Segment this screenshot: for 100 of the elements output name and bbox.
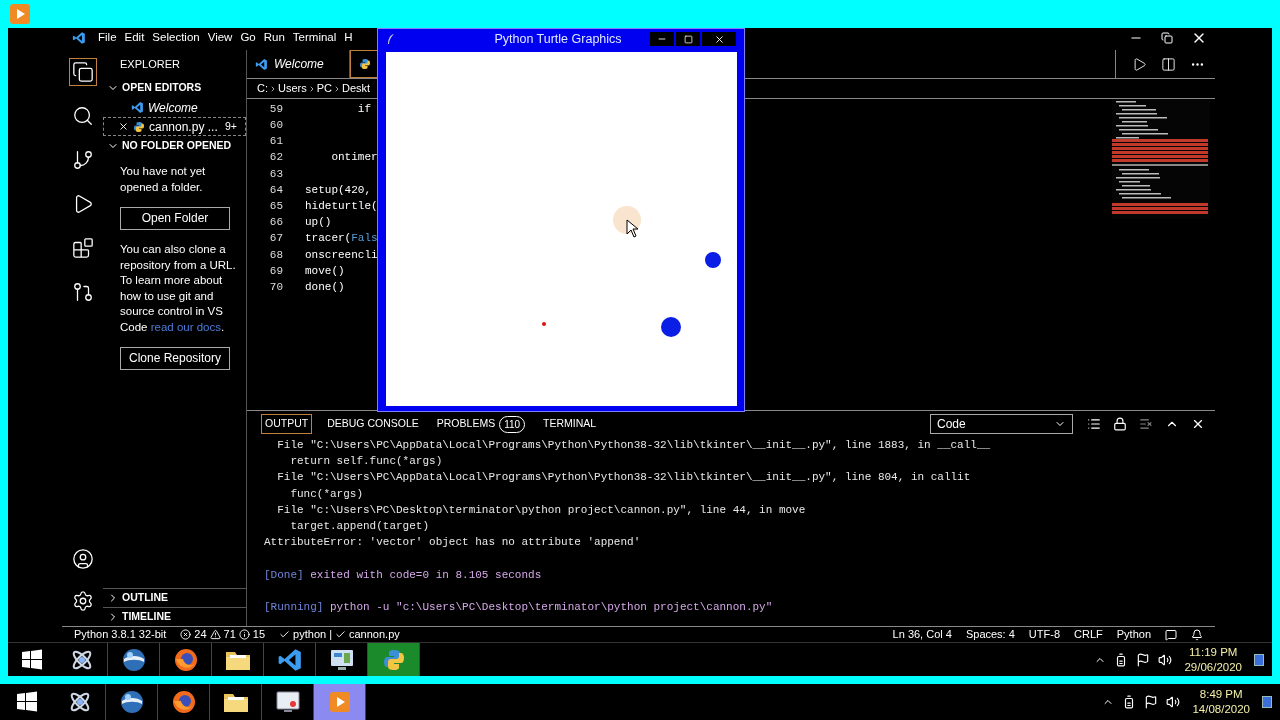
- check-icon: [335, 629, 346, 640]
- status-item[interactable]: Spaces: 4: [965, 626, 1015, 643]
- clock-date: 14/08/2020: [1192, 702, 1250, 717]
- flag-icon[interactable]: [1136, 652, 1151, 667]
- warning-icon: [209, 629, 221, 640]
- output-line: [Done] exited with code=0 in 8.105 seconds: [264, 567, 543, 583]
- panel-tab[interactable]: PROBLEMS 110: [433, 414, 529, 434]
- code-line: ontimer: [330, 150, 378, 166]
- restore-icon[interactable]: [1161, 32, 1173, 44]
- info-icon: [238, 629, 250, 640]
- tab-label: Welcome: [274, 56, 324, 73]
- problem-count: 9+: [225, 118, 238, 134]
- flag-icon[interactable]: [1144, 695, 1159, 709]
- section-header[interactable]: OPEN EDITORS: [103, 78, 246, 98]
- menu-item[interactable]: Edit: [124, 29, 145, 47]
- interpreter-status[interactable]: Python 3.8.1 32-bit: [74, 626, 167, 643]
- python-file-icon: [359, 58, 371, 70]
- breadcrumb-item[interactable]: PC: [316, 80, 332, 97]
- globe-icon[interactable]: [120, 646, 147, 673]
- panel-tab[interactable]: DEBUG CONSOLE: [324, 414, 422, 434]
- monitor-icon[interactable]: [274, 689, 301, 715]
- split-editor-icon[interactable]: [1161, 56, 1176, 72]
- account-icon[interactable]: [71, 548, 94, 570]
- section-label: NO FOLDER OPENED: [122, 138, 232, 154]
- file-name: Welcome: [148, 99, 198, 117]
- editor-tab[interactable]: Welcome: [247, 50, 350, 78]
- menu-item[interactable]: Selection: [152, 29, 200, 47]
- line-number: 68: [268, 247, 283, 263]
- run-icon[interactable]: [1132, 56, 1147, 72]
- code-line: onscreencli: [304, 247, 378, 263]
- section-header[interactable]: OUTLINE: [103, 588, 246, 607]
- output-line: File "c:\Users\PC\Desktop\terminator\python project\cannon.py", line 44, in move: [276, 502, 807, 518]
- line-number: 60: [268, 118, 283, 134]
- list-icon[interactable]: [1087, 417, 1101, 431]
- panel-tab[interactable]: TERMINAL: [540, 414, 600, 434]
- panel-tab[interactable]: OUTPUT: [261, 414, 313, 434]
- breadcrumb-separator-icon: [333, 84, 341, 93]
- line-number: 66: [268, 215, 283, 231]
- code-line: setup(420,: [304, 182, 371, 198]
- linter-status[interactable]: python: [279, 626, 327, 643]
- notifications-icon[interactable]: [1254, 653, 1264, 666]
- output-line: File "C:\Users\PC\AppData\Local\Programs\Python\Python38-32\lib\tkinter\__init__.py", line 804, in callit: [276, 470, 972, 486]
- globe-icon[interactable]: [118, 689, 145, 715]
- menu-item[interactable]: View: [207, 29, 233, 47]
- menu-item[interactable]: Go: [240, 29, 256, 47]
- firefox-icon[interactable]: [170, 689, 197, 715]
- status-item[interactable]: Ln 36, Col 4: [892, 626, 952, 643]
- menu-item[interactable]: H: [344, 29, 353, 47]
- open-folder-button[interactable]: Open Folder: [120, 207, 230, 230]
- minimize-button[interactable]: [650, 32, 674, 46]
- line-number: 63: [268, 166, 283, 182]
- problems-status[interactable]: 24 71 15: [180, 626, 266, 643]
- section-header[interactable]: TIMELINE: [103, 607, 246, 626]
- line-number: 65: [268, 198, 283, 214]
- settings-icon[interactable]: [71, 590, 94, 612]
- menu-item[interactable]: Terminal: [292, 29, 337, 47]
- file-name: cannon.py ...: [149, 118, 218, 136]
- maximize-button[interactable]: [676, 32, 700, 46]
- vscode-logo-icon: [131, 101, 144, 114]
- code-line: if: [356, 101, 371, 117]
- python-file-icon: [381, 647, 406, 672]
- lock-icon[interactable]: [1113, 417, 1127, 431]
- line-number: 70: [268, 279, 283, 295]
- breadcrumb-item[interactable]: C:: [257, 80, 268, 97]
- line-number: 69: [268, 263, 283, 279]
- close-icon[interactable]: [1191, 417, 1205, 431]
- firefox-icon[interactable]: [172, 646, 199, 673]
- open-editor-item[interactable]: cannon.py ... 9+: [103, 117, 246, 136]
- section-header[interactable]: NO FOLDER OPENED: [103, 136, 246, 156]
- status-item[interactable]: UTF-8: [1028, 626, 1060, 643]
- code-line: hideturtle(: [304, 198, 378, 214]
- close-icon[interactable]: [118, 121, 129, 132]
- bell-icon[interactable]: [1191, 628, 1203, 641]
- menu-item[interactable]: Run: [263, 29, 285, 47]
- output-line: func(*args): [289, 486, 365, 502]
- breadcrumb-item[interactable]: Users: [278, 80, 307, 97]
- media-player-icon[interactable]: [327, 690, 352, 714]
- windows-start-icon[interactable]: [15, 690, 39, 714]
- volume-icon[interactable]: [1158, 652, 1173, 667]
- status-separator: |: [329, 627, 332, 643]
- output-channel-select[interactable]: Code: [930, 414, 1073, 434]
- status-item[interactable]: CRLF: [1074, 626, 1103, 643]
- close-button[interactable]: [702, 32, 736, 46]
- menu-item[interactable]: File: [98, 29, 117, 47]
- code-line: done(): [304, 279, 345, 295]
- code-line: tracer(Fals: [304, 231, 378, 247]
- breadcrumb-item[interactable]: Deskt: [342, 80, 371, 97]
- section-label: TIMELINE: [122, 609, 171, 625]
- docs-link[interactable]: read our docs: [150, 320, 221, 333]
- code-line: up(): [304, 215, 332, 231]
- volume-icon[interactable]: [1166, 695, 1181, 709]
- clear-icon[interactable]: [1139, 417, 1153, 431]
- feedback-icon[interactable]: [1165, 628, 1177, 641]
- windows-start-icon[interactable]: [20, 647, 44, 672]
- vscode-logo-icon: [72, 31, 86, 45]
- linter-status[interactable]: cannon.py: [335, 626, 400, 643]
- clone-repository-button[interactable]: Clone Repository: [120, 347, 230, 370]
- status-item[interactable]: Python: [1116, 626, 1151, 643]
- output-line: [Running] python -u "c:\Users\PC\Desktop\terminator\python project\cannon.py": [264, 600, 774, 615]
- open-editor-item[interactable]: Welcome: [103, 98, 246, 117]
